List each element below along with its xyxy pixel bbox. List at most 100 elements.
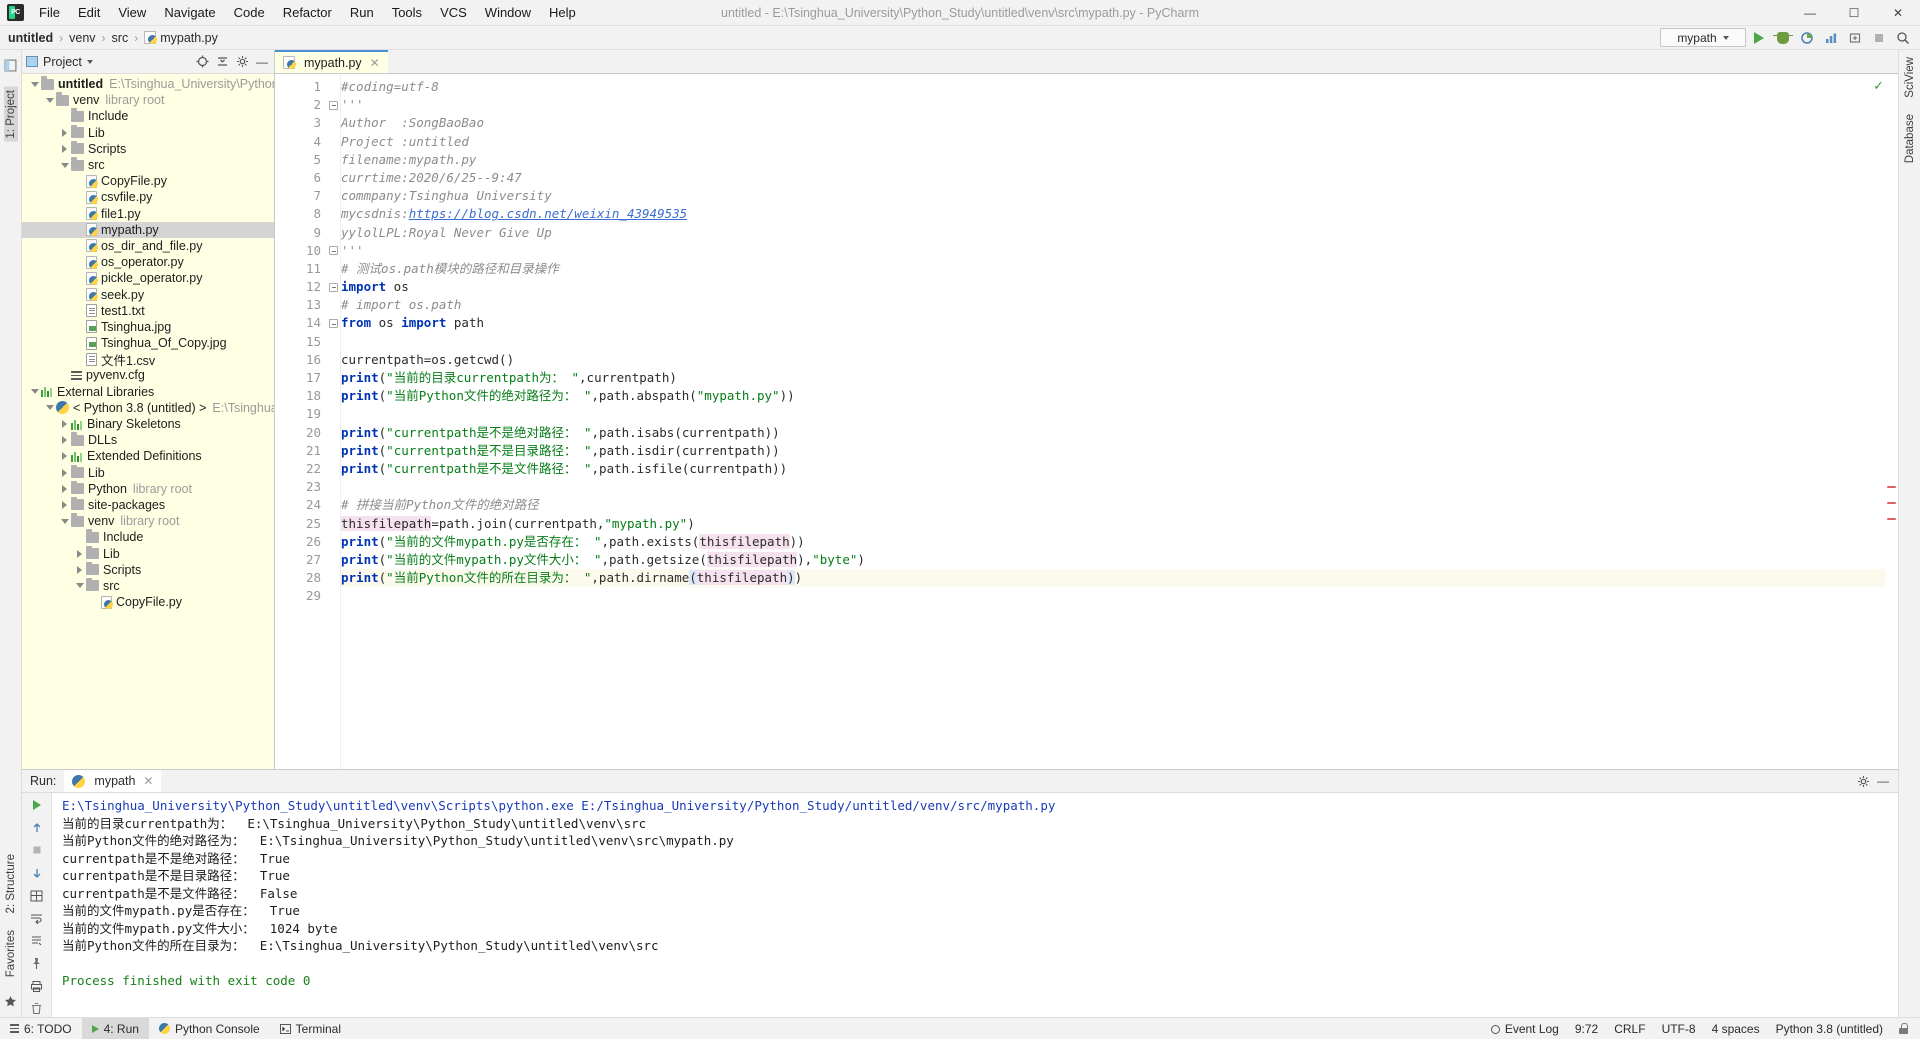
gear-icon[interactable] [234,54,250,70]
fold-marker[interactable] [327,296,340,314]
chevron-right-icon[interactable] [62,452,67,461]
stop-button[interactable] [27,842,47,859]
menu-tools[interactable]: Tools [383,2,431,23]
tree-toggle[interactable] [73,549,86,558]
tree-item[interactable]: file1.py [22,206,274,222]
fold-collapse-icon[interactable] [329,246,338,256]
tree-item[interactable]: seek.py [22,286,274,302]
line-separator[interactable]: CRLF [1614,1022,1645,1036]
menu-help[interactable]: Help [540,2,585,23]
scroll-to-end-button[interactable] [27,933,47,950]
menu-vcs[interactable]: VCS [431,2,476,23]
tree-item[interactable]: < Python 3.8 (untitled) > E:\Tsinghua_Uni… [22,400,274,416]
tree-toggle[interactable] [58,420,71,429]
tree-item[interactable]: Tsinghua.jpg [22,319,274,335]
clear-all-button[interactable] [27,1000,47,1017]
fold-marker[interactable] [327,424,340,442]
status-tab-todo[interactable]: 6: TODO [0,1018,82,1039]
tool-window-database[interactable]: Database [1903,111,1917,166]
tree-item[interactable]: venv library root [22,513,274,529]
tree-item[interactable]: mypath.py [22,221,274,238]
tree-item[interactable]: Tsinghua_Of_Copy.jpg [22,335,274,351]
python-interpreter[interactable]: Python 3.8 (untitled) [1776,1022,1883,1036]
menu-file[interactable]: File [30,2,69,23]
fold-collapse-icon[interactable] [329,100,338,110]
tree-item[interactable]: pyvenv.cfg [22,367,274,383]
hide-panel-icon[interactable]: — [1875,773,1891,789]
tree-toggle[interactable] [43,97,56,103]
tree-item[interactable]: Extended Definitions [22,448,274,464]
fold-marker[interactable] [327,96,340,114]
close-tab-icon[interactable]: ✕ [370,56,380,70]
gear-icon[interactable] [1855,773,1871,789]
tree-item[interactable]: site-packages [22,496,274,513]
fold-marker[interactable] [327,333,340,351]
editor-scrollbar[interactable] [1886,74,1898,769]
tree-toggle[interactable] [73,583,86,589]
tree-item[interactable]: pickle_operator.py [22,270,274,286]
menu-view[interactable]: View [109,2,155,23]
fold-marker[interactable] [327,478,340,496]
tree-toggle[interactable] [58,128,71,137]
tree-item[interactable]: Binary Skeletons [22,416,274,432]
menu-window[interactable]: Window [476,2,540,23]
console-output[interactable]: E:\Tsinghua_University\Python_Study\unti… [52,793,1898,1017]
fold-marker[interactable] [327,369,340,387]
chevron-down-icon[interactable] [60,518,69,524]
menu-refactor[interactable]: Refactor [274,2,341,23]
hide-panel-icon[interactable]: — [254,54,270,70]
status-tab-terminal[interactable]: Terminal [270,1018,351,1039]
tree-toggle[interactable] [58,162,71,168]
error-stripe-mark[interactable] [1887,518,1896,520]
fold-marker[interactable] [327,314,340,332]
chevron-right-icon[interactable] [62,436,67,445]
project-tree[interactable]: untitled E:\Tsinghua_University\Python_St… [22,74,274,769]
search-button[interactable] [1892,27,1914,48]
indent-setting[interactable]: 4 spaces [1712,1022,1760,1036]
tool-window-sciview[interactable]: SciView [1903,54,1917,101]
tree-toggle[interactable] [43,405,56,411]
fold-marker[interactable] [327,151,340,169]
profile-button[interactable] [1820,27,1842,48]
run-tab-mypath[interactable]: mypath ✕ [64,770,162,792]
tree-toggle[interactable] [58,518,71,524]
error-stripe-mark[interactable] [1887,486,1896,488]
collapse-all-icon[interactable] [214,54,230,70]
tree-item[interactable]: Lib [22,545,274,561]
status-tab-python-console[interactable]: Python Console [149,1018,270,1039]
chevron-right-icon[interactable] [62,420,67,429]
fold-marker[interactable] [327,551,340,569]
breadcrumb-src[interactable]: src [112,31,129,45]
chevron-down-icon[interactable] [60,162,69,168]
chevron-right-icon[interactable] [62,484,67,493]
tool-window-structure[interactable]: 2: Structure [4,851,18,916]
fold-marker[interactable] [327,515,340,533]
tree-toggle[interactable] [58,500,71,509]
chevron-right-icon[interactable] [77,565,82,574]
stop-button[interactable] [1868,27,1890,48]
chevron-down-icon[interactable] [45,97,54,103]
tree-item[interactable]: External Libraries [22,384,274,400]
tree-item[interactable]: os_dir_and_file.py [22,238,274,254]
print-button[interactable] [27,978,47,995]
fold-marker[interactable] [327,205,340,223]
chevron-down-icon[interactable] [30,81,39,87]
rerun-button[interactable] [27,797,47,814]
maximize-button[interactable]: ☐ [1832,0,1876,26]
tree-item[interactable]: CopyFile.py [22,594,274,610]
tree-item[interactable]: Scripts [22,140,274,157]
scroll-up-button[interactable] [27,820,47,837]
event-log-button[interactable]: Event Log [1490,1022,1559,1036]
fold-marker[interactable] [327,114,340,132]
fold-marker[interactable] [327,224,340,242]
fold-collapse-icon[interactable] [329,282,338,292]
fold-marker[interactable] [327,405,340,423]
tree-item[interactable]: src [22,577,274,594]
caret-position[interactable]: 9:72 [1575,1022,1598,1036]
fold-marker[interactable] [327,533,340,551]
file-encoding[interactable]: UTF-8 [1662,1022,1696,1036]
tree-item[interactable]: Include [22,108,274,124]
attach-button[interactable] [1844,27,1866,48]
fold-marker[interactable] [327,169,340,187]
coverage-button[interactable] [1796,27,1818,48]
